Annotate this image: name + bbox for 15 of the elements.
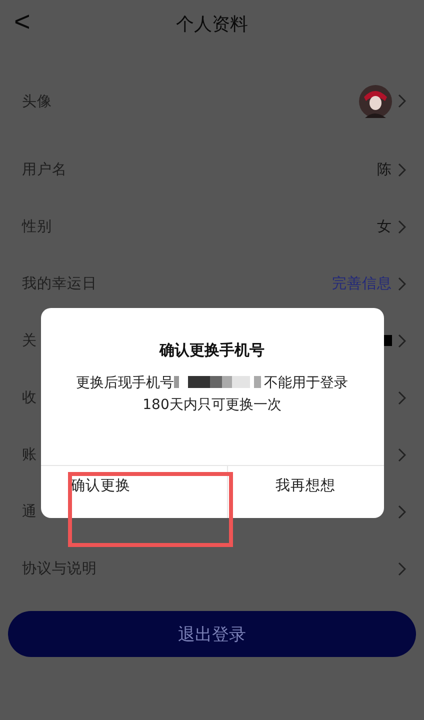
row-value: 陈 <box>377 161 392 179</box>
row-label: 头像 <box>22 92 52 110</box>
dialog-message: 更换后现手机号 不能用于登录 <box>75 374 349 393</box>
row-label: 通 <box>22 503 37 521</box>
row-label: 账 <box>22 446 37 464</box>
dialog-note: 180天内只可更换一次 <box>142 396 282 415</box>
row-label: 关 <box>22 332 37 350</box>
row-label: 收 <box>22 389 37 407</box>
row-value: 女 <box>377 218 392 236</box>
page-title: 个人资料 <box>176 13 248 36</box>
dialog-title: 确认更换手机号 <box>158 341 266 360</box>
row-label: 性别 <box>22 218 52 236</box>
row-label: 协议与说明 <box>22 560 97 578</box>
row-label: 我的幸运日 <box>22 275 97 293</box>
row-label: 用户名 <box>22 161 67 179</box>
